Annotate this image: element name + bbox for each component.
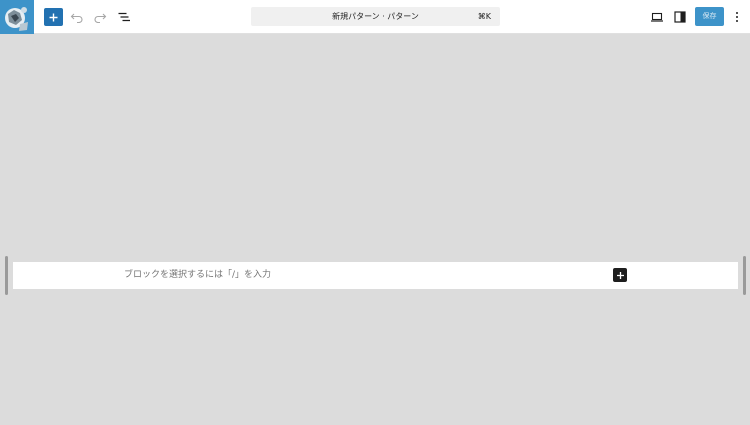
options-button[interactable] <box>729 8 745 26</box>
document-title: 新規パターン · パターン <box>332 12 419 21</box>
command-palette-bar[interactable]: 新規パターン · パターン ⌘K <box>251 7 500 26</box>
redo-button[interactable] <box>91 8 109 26</box>
pattern-canvas-frame: ブロックを選択するには「/」を入力 <box>13 262 738 289</box>
laptop-icon <box>651 12 663 22</box>
document-overview-icon <box>118 12 130 22</box>
add-block-button[interactable] <box>44 8 63 26</box>
resize-handle-right[interactable] <box>743 256 746 295</box>
settings-toggle-button[interactable] <box>671 8 689 26</box>
site-logo-icon[interactable] <box>0 0 34 34</box>
block-placeholder[interactable]: ブロックを選択するには「/」を入力 <box>124 262 271 289</box>
block-inserter-button[interactable] <box>613 268 627 282</box>
sidebar-icon <box>674 11 686 23</box>
editor-canvas <box>0 34 750 425</box>
document-overview-button[interactable] <box>115 8 133 26</box>
more-vertical-icon <box>736 12 738 22</box>
undo-icon <box>70 13 83 23</box>
resize-handle-left[interactable] <box>5 256 8 295</box>
preview-button[interactable] <box>648 8 666 26</box>
plus-icon <box>616 271 624 279</box>
editor-header: 新規パターン · パターン ⌘K 保存 <box>0 0 750 34</box>
plus-icon <box>49 13 58 21</box>
command-shortcut: ⌘K <box>477 12 491 21</box>
save-button[interactable]: 保存 <box>695 7 724 26</box>
undo-button[interactable] <box>68 8 86 26</box>
redo-icon <box>94 13 107 23</box>
